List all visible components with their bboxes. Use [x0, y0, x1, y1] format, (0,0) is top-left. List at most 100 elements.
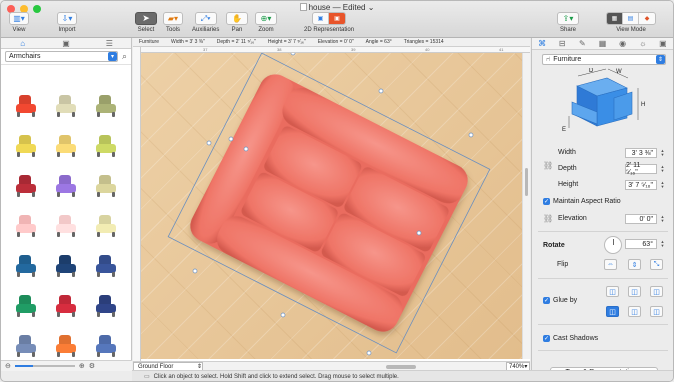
armchair-thumbnail[interactable] — [6, 286, 46, 326]
import-tool[interactable]: ⇩▾ Import — [57, 12, 77, 33]
sidebar-toggle-icon[interactable]: ▭ — [144, 373, 150, 380]
armchair-thumbnail[interactable] — [6, 86, 46, 126]
title-menu-chevron-icon[interactable]: ⌄ — [368, 3, 375, 12]
gear-icon[interactable]: ⚙ — [89, 362, 95, 370]
armchair-thumbnail[interactable] — [86, 246, 126, 286]
armchair-thumbnail[interactable] — [46, 166, 86, 206]
category-row: Armchairs ▾ ⌕ — [1, 49, 131, 65]
view-mode-3d[interactable]: ◆ — [639, 13, 655, 24]
rotate-field[interactable]: 63° — [625, 239, 657, 249]
armchair-thumbnail[interactable] — [86, 166, 126, 206]
armchair-thumbnail[interactable] — [46, 286, 86, 326]
zoom-button[interactable]: ⊕▾ — [255, 12, 277, 25]
tools-tool[interactable]: ▰▾ Tools — [163, 12, 183, 33]
armchair-thumbnail[interactable] — [46, 86, 86, 126]
horizontal-scroll-thumb[interactable] — [386, 364, 416, 369]
armchair-icon — [56, 175, 76, 197]
thumbnail-size-slider[interactable] — [14, 365, 75, 367]
window-title: house — Edited ⌄ — [1, 3, 673, 12]
horizontal-scrollbar[interactable] — [211, 364, 498, 369]
object-type-select[interactable]: ⑁ Furniture ⇕ — [542, 54, 666, 65]
cursor-arrow-icon: ➤ — [142, 13, 150, 23]
vertical-scroll-thumb[interactable] — [525, 168, 528, 196]
sofa-plan[interactable] — [141, 53, 522, 359]
height-field[interactable]: 3' 7 ⁵⁄₁₆" — [625, 180, 657, 190]
view-tool[interactable]: ▥▾ View — [9, 12, 29, 33]
representation-2d-tool[interactable]: ▣ ▣ 2D Representation — [304, 12, 354, 33]
representation-2d-segment[interactable]: ▣ ▣ — [312, 12, 347, 25]
select-button[interactable]: ➤ — [135, 12, 157, 25]
glue-back-button[interactable]: ◫ — [628, 306, 641, 317]
armchair-thumbnail[interactable] — [6, 166, 46, 206]
view-mode-2d[interactable]: ▦ — [607, 13, 623, 24]
glue-bottom-button[interactable]: ◫ — [606, 306, 619, 317]
armchair-thumbnail[interactable] — [46, 126, 86, 166]
depth-field[interactable]: 2' 11 ⁵⁄₁₆" — [625, 162, 657, 176]
chair-icon: ⑁ — [546, 56, 551, 63]
wood-floor[interactable] — [141, 53, 522, 359]
tab-catalog[interactable]: ⌂ — [1, 38, 44, 48]
zoom-tool[interactable]: ⊕▾ Zoom — [255, 12, 277, 33]
view-mode-split[interactable]: ▤ — [623, 13, 639, 24]
import-button[interactable]: ⇩▾ — [57, 12, 77, 25]
representation-option-1[interactable]: ▣ — [313, 13, 330, 24]
armchair-thumbnail[interactable] — [86, 86, 126, 126]
height-stepper[interactable]: ▲ ▼ — [660, 180, 665, 190]
category-select[interactable]: Armchairs ▾ — [5, 51, 118, 62]
elevation-field[interactable]: 0' 0" — [625, 214, 657, 224]
share-button[interactable]: ⇪▾ — [557, 12, 579, 25]
tools-button[interactable]: ▰▾ — [163, 12, 183, 25]
armchair-thumbnail[interactable] — [6, 246, 46, 286]
link-chain-icon[interactable]: ⛓ — [543, 161, 553, 170]
view-mode-segment[interactable]: ▦ ▤ ◆ — [606, 12, 656, 25]
aspect-ratio-checkbox[interactable]: ✓ — [543, 198, 550, 205]
flip-both-button[interactable]: ⤡ — [650, 259, 663, 270]
tab-render[interactable]: ▣ — [653, 38, 673, 49]
flip-horizontal-button[interactable]: ⇔ — [604, 259, 617, 270]
armchair-thumbnail[interactable] — [86, 126, 126, 166]
zoom-out-icon[interactable]: ⊖ — [5, 362, 11, 370]
armchair-thumbnail[interactable] — [6, 126, 46, 166]
depth-stepper[interactable]: ▲ ▼ — [660, 164, 665, 174]
tab-light[interactable]: ☼ — [633, 38, 653, 49]
rotate-stepper[interactable]: ▲ ▼ — [660, 239, 665, 249]
glue-top-button[interactable]: ◫ — [606, 286, 619, 297]
tab-camera[interactable]: ◉ — [613, 38, 633, 49]
zoom-in-icon[interactable]: ⊕ — [79, 362, 85, 370]
dim-d-label: D — [589, 68, 594, 74]
tab-list[interactable]: ☰ — [88, 38, 131, 48]
armchair-thumbnail[interactable] — [86, 286, 126, 326]
representation-option-2[interactable]: ▣ — [329, 13, 346, 24]
view-button[interactable]: ▥▾ — [9, 12, 29, 25]
glue-right-button[interactable]: ◫ — [650, 306, 663, 317]
cast-shadows-checkbox[interactable]: ✓ — [543, 335, 550, 342]
flip-vertical-button[interactable]: ⇕ — [628, 259, 641, 270]
armchair-thumbnail[interactable] — [46, 246, 86, 286]
pan-tool[interactable]: ✋ Pan — [226, 12, 248, 33]
armchair-thumbnail[interactable] — [86, 206, 126, 246]
armchair-icon — [16, 295, 36, 317]
tab-floor[interactable]: ⊟ — [552, 38, 572, 49]
divider — [538, 278, 668, 279]
auxiliaries-tool[interactable]: ⤢▾ Auxiliaries — [192, 12, 219, 33]
view-mode-tool[interactable]: ▦ ▤ ◆ View Mode — [606, 12, 656, 33]
auxiliaries-button[interactable]: ⤢▾ — [194, 12, 217, 25]
armchair-thumbnail[interactable] — [6, 206, 46, 246]
glue-side-button[interactable]: ◫ — [628, 286, 641, 297]
rotate-knob[interactable] — [604, 236, 622, 254]
tab-material[interactable]: ✎ — [572, 38, 592, 49]
tab-objects[interactable]: ▣ — [44, 38, 87, 48]
share-tool[interactable]: ⇪▾ Share — [557, 12, 579, 33]
glue-front-button[interactable]: ◫ — [650, 286, 663, 297]
select-tool[interactable]: ➤ Select — [135, 12, 157, 33]
pan-button[interactable]: ✋ — [226, 12, 248, 25]
vertical-scrollbar[interactable] — [522, 53, 530, 359]
width-stepper[interactable]: ▲ ▼ — [660, 148, 665, 158]
search-icon[interactable]: ⌕ — [122, 51, 127, 62]
tab-texture[interactable]: ▦ — [592, 38, 612, 49]
tab-object[interactable]: ⌘ — [532, 38, 552, 49]
elevation-stepper[interactable]: ▲ ▼ — [660, 214, 665, 224]
glue-checkbox[interactable]: ✓ — [543, 297, 550, 304]
armchair-thumbnail[interactable] — [46, 206, 86, 246]
width-field[interactable]: 3' 3 ⅜" — [625, 148, 657, 158]
